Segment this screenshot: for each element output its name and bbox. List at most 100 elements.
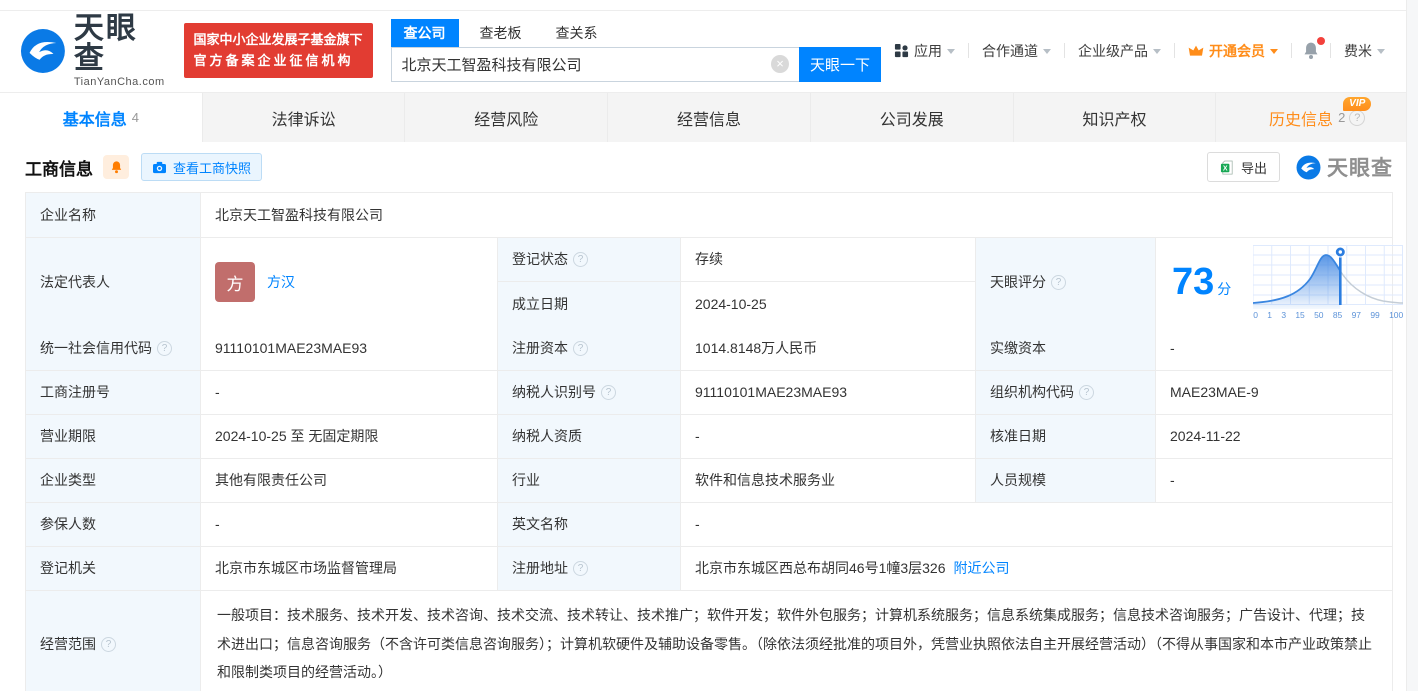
nav-user-label: 费米 [1344, 41, 1372, 61]
info-label: 企业类型 [26, 459, 201, 502]
business-info-table: 企业名称 北京天工智盈科技有限公司 法定代表人 方 方汉 登记状态 ? 存续 成… [25, 192, 1393, 691]
help-icon[interactable]: ? [573, 341, 588, 356]
chevron-down-icon [1270, 49, 1278, 54]
info-label: 注册资本? [498, 326, 681, 370]
tab-6[interactable]: 历史信息2?VIP [1216, 93, 1418, 142]
chevron-down-icon [947, 49, 955, 54]
info-value: 91110101MAE23MAE93 [681, 371, 976, 414]
view-snapshot-button[interactable]: 查看工商快照 [141, 153, 262, 181]
tab-label: 经营信息 [677, 106, 741, 130]
tab-1[interactable]: 法律诉讼 [203, 93, 406, 142]
info-label: 纳税人识别号? [498, 371, 681, 414]
search-input[interactable] [402, 56, 771, 73]
info-label: 实缴资本 [976, 326, 1156, 370]
header: 天眼查 TianYanCha.com 国家中小企业发展子基金旗下 官方备案企业征… [0, 11, 1418, 92]
apps-grid-icon [894, 43, 909, 58]
info-value: - [201, 503, 498, 546]
info-value-text: 91110101MAE23MAE93 [215, 338, 367, 359]
nav-enterprise[interactable]: 企业级产品 [1065, 41, 1174, 61]
info-label: 英文名称 [498, 503, 681, 546]
avatar[interactable]: 方 [215, 262, 255, 302]
info-value: 北京市东城区市场监督管理局 [201, 547, 498, 590]
info-label-text: 英文名称 [512, 514, 568, 535]
info-label: 登记机关 [26, 547, 201, 590]
nav-partner[interactable]: 合作通道 [969, 41, 1064, 61]
section-tabs: 基本信息4法律诉讼 经营风险 经营信息 公司发展知识产权历史信息2?VIP [0, 92, 1418, 142]
info-value: - [1156, 326, 1392, 370]
nav-enterprise-label: 企业级产品 [1078, 41, 1148, 61]
table-row-legal-rep: 法定代表人 方 方汉 登记状态 ? 存续 成立日期 2024-10-25 天眼评… [26, 237, 1392, 326]
table-row-business-scope: 经营范围 ? 一般项目：技术服务、技术开发、技术咨询、技术交流、技术转让、技术推… [26, 590, 1392, 691]
info-label-text: 行业 [512, 470, 540, 491]
scrollbar[interactable] [1406, 0, 1418, 691]
company-name-label: 企业名称 [26, 193, 201, 237]
info-label-text: 核准日期 [990, 426, 1046, 447]
establish-date-value: 2024-10-25 [681, 282, 975, 326]
nav-user[interactable]: 费米 [1331, 41, 1398, 61]
info-label-text: 营业期限 [40, 426, 96, 447]
score-value-cell: 73 分 [1156, 238, 1413, 326]
legal-rep-link[interactable]: 方汉 [267, 272, 295, 292]
info-label-text: 人员规模 [990, 470, 1046, 491]
nearby-companies-link[interactable]: 附近公司 [954, 558, 1010, 579]
info-value: - [201, 371, 498, 414]
help-icon[interactable]: ? [1349, 110, 1365, 126]
help-icon[interactable]: ? [157, 341, 172, 356]
help-icon[interactable]: ? [573, 561, 588, 576]
notifications-button[interactable] [1292, 41, 1330, 60]
establish-date-label: 成立日期 [498, 282, 681, 326]
help-icon[interactable]: ? [601, 385, 616, 400]
help-icon[interactable]: ? [101, 637, 116, 652]
gov-badge-line2: 官方备案企业征信机构 [194, 51, 363, 71]
table-row-company-name: 企业名称 北京天工智盈科技有限公司 [26, 193, 1392, 237]
tab-5[interactable]: 知识产权 [1014, 93, 1217, 142]
table-row: 企业类型其他有限责任公司行业软件和信息技术服务业人员规模- [26, 458, 1392, 502]
info-label: 纳税人资质 [498, 415, 681, 458]
top-nav: 应用 合作通道 企业级产品 开通会员 [881, 41, 1398, 61]
search-tab-0[interactable]: 查公司 [391, 19, 459, 47]
info-label: 参保人数 [26, 503, 201, 546]
info-value-text: - [1170, 470, 1175, 491]
info-label-text: 企业类型 [40, 470, 96, 491]
info-label: 行业 [498, 459, 681, 502]
business-scope-label-text: 经营范围 [40, 634, 96, 655]
tick-label: 0 [1253, 311, 1258, 320]
score-axis-ticks: 0131550859799100 [1253, 311, 1403, 320]
tab-label: 基本信息 [63, 106, 127, 130]
watermark-text: 天眼查 [1327, 152, 1393, 182]
search-area: 查公司查老板查关系 × 天眼一下 [391, 20, 881, 82]
search-tab-1[interactable]: 查老板 [467, 19, 535, 47]
info-value-text: 91110101MAE23MAE93 [695, 382, 847, 403]
nav-open-vip-label: 开通会员 [1209, 41, 1265, 61]
nav-apps[interactable]: 应用 [881, 41, 968, 61]
table-row: 营业期限2024-10-25 至 无固定期限纳税人资质-核准日期2024-11-… [26, 414, 1392, 458]
clear-search-icon[interactable]: × [771, 55, 789, 73]
info-value: 91110101MAE23MAE93 [201, 326, 498, 370]
tab-label: 经营风险 [474, 106, 538, 130]
tab-4[interactable]: 公司发展 [811, 93, 1014, 142]
info-label-text: 注册地址 [512, 558, 568, 579]
business-info-header: 工商信息 查看工商快照 X 导出 天眼查 [0, 142, 1418, 192]
info-label: 人员规模 [976, 459, 1156, 502]
tab-2[interactable]: 经营风险 [405, 93, 608, 142]
tianyancha-logo-icon [1296, 155, 1321, 180]
help-icon[interactable]: ? [1079, 385, 1094, 400]
establish-date-row: 成立日期 2024-10-25 [498, 282, 975, 326]
export-button[interactable]: X 导出 [1207, 152, 1280, 182]
nav-open-vip[interactable]: 开通会员 [1175, 41, 1291, 61]
subscribe-bell-button[interactable] [103, 155, 129, 179]
info-value: 北京市东城区西总布胡同46号1幢3层326 附近公司 [681, 547, 1392, 590]
info-value-text: 北京市东城区西总布胡同46号1幢3层326 [695, 558, 946, 579]
bell-icon [110, 160, 123, 174]
section-title: 工商信息 [25, 155, 93, 180]
help-icon[interactable]: ? [1051, 275, 1066, 290]
tianyancha-logo[interactable]: 天眼查 TianYanCha.com [20, 14, 170, 88]
help-icon[interactable]: ? [573, 252, 588, 267]
tab-0[interactable]: 基本信息4 [0, 93, 203, 142]
tab-3[interactable]: 经营信息 [608, 93, 811, 142]
reg-status-value: 存续 [681, 238, 975, 281]
search-tab-2[interactable]: 查关系 [543, 19, 611, 47]
gov-certification-badge: 国家中小企业发展子基金旗下 官方备案企业征信机构 [184, 23, 373, 77]
search-button[interactable]: 天眼一下 [799, 47, 881, 82]
excel-icon: X [1220, 160, 1235, 175]
